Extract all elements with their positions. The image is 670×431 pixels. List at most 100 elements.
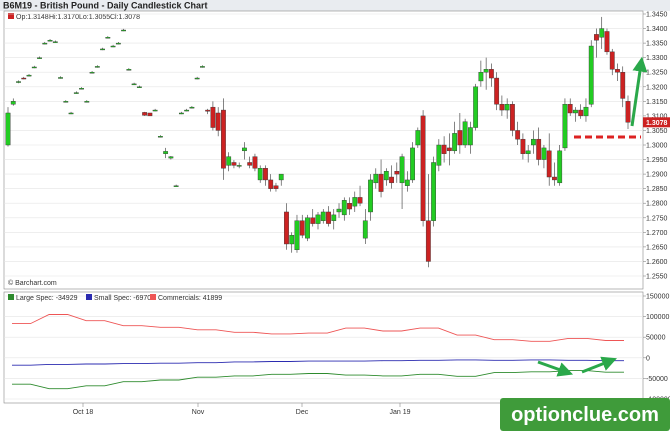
candle [147, 112, 153, 117]
candle-body [5, 112, 11, 146]
candle-body [609, 51, 615, 70]
candle [415, 127, 421, 148]
candle-body [126, 69, 132, 71]
candle [604, 28, 610, 55]
candle-body [341, 200, 347, 216]
cot-tick-label: 50000 [646, 335, 666, 342]
candle-body [68, 112, 74, 115]
candle-body [331, 214, 337, 221]
candle-body [105, 37, 111, 39]
candle-body [284, 211, 289, 245]
candle [473, 83, 479, 131]
date-x-axis: Oct 18NovDecJan 19Feb [73, 403, 513, 416]
x-tick-label: Jan 19 [389, 409, 410, 416]
candle-body [431, 162, 436, 221]
candle-body [594, 34, 599, 41]
candle-body [394, 170, 400, 175]
candle [494, 72, 500, 111]
candle-body [226, 156, 232, 166]
candle-body [52, 41, 58, 43]
candle-body [415, 130, 421, 146]
candle-body [257, 168, 263, 181]
candle-body [247, 162, 253, 166]
candle-body [357, 197, 363, 204]
candle-body [462, 121, 468, 146]
candle-body [557, 150, 563, 184]
candle [588, 40, 594, 108]
legend-swatch [86, 294, 92, 300]
candle-body [178, 112, 184, 115]
legend-label: Commercials: 41899 [158, 295, 222, 302]
candle-body [268, 179, 274, 189]
candle-body [515, 130, 521, 140]
price-tick-label: 1.3050 [646, 128, 668, 135]
legend-label: Small Spec: -6970 [94, 295, 151, 302]
price-tick-label: 1.2550 [646, 274, 668, 281]
candle-body [299, 220, 305, 236]
candle-body [573, 109, 578, 114]
candle-body [504, 104, 510, 111]
candle [5, 107, 11, 147]
candle-body [488, 69, 494, 79]
candle-body [58, 77, 63, 79]
price-tick-label: 1.2600 [646, 259, 668, 266]
price-tick-label: 1.3200 [646, 84, 668, 91]
cot-tick-label: -50000 [646, 376, 668, 383]
credit-text: © Barchart.com [8, 279, 57, 287]
candle-body [157, 136, 163, 138]
price-tick-label: 1.3350 [646, 41, 668, 48]
candle-body [546, 150, 552, 178]
candle-body [520, 138, 526, 154]
candle-body [604, 31, 610, 53]
candle-body [242, 147, 247, 152]
candle-body [215, 112, 221, 131]
candle-body [541, 147, 547, 160]
candle-body [100, 48, 105, 51]
candle-body [194, 77, 200, 80]
candle-body [294, 220, 300, 250]
candle-body [26, 74, 32, 77]
cot-legend: Large Spec: -34929 Small Spec: -6970 Comme… [8, 294, 222, 302]
candle-body [399, 156, 405, 184]
candle-body [152, 109, 158, 112]
candle-body [79, 88, 84, 90]
brand-text: optionclue.com [511, 404, 659, 426]
price-y-axis: 1.3450 1.3400 1.3350 1.3300 1.3250 1.3200 1.31… [643, 12, 670, 281]
candle-body [404, 179, 410, 186]
candle [221, 98, 226, 180]
candle-body [236, 165, 242, 167]
price-tick-label: 1.2650 [646, 244, 668, 251]
candle-body [410, 147, 415, 181]
candle-body [10, 101, 16, 105]
candle-body [110, 45, 116, 48]
candle-body [31, 66, 37, 69]
candle-body [221, 109, 226, 169]
candle [305, 214, 310, 242]
candle-body [320, 211, 326, 221]
price-tick-label: 1.3450 [646, 12, 668, 19]
price-tick-label: 1.2700 [646, 230, 668, 237]
price-tick-label: 1.3400 [646, 26, 668, 33]
candle-body [136, 86, 142, 88]
candle-body [205, 109, 211, 112]
candle-body [315, 214, 321, 224]
legend-swatch [8, 294, 14, 300]
candle-body [467, 127, 473, 146]
ohlc-high: Hi:1.3170 [49, 14, 79, 21]
price-tick-label: 1.2800 [646, 201, 668, 208]
ohlc-close: Cl:1.3078 [110, 14, 140, 21]
candle-body [588, 45, 594, 105]
candle [562, 98, 568, 151]
candle-body [425, 220, 431, 262]
candle-body [620, 72, 626, 99]
candle-body [510, 104, 515, 131]
candle-body [326, 211, 331, 224]
candle-body [94, 66, 100, 68]
candle-body [189, 106, 195, 109]
candle-body [378, 173, 384, 192]
candle-body [599, 28, 605, 38]
cot-panel [3, 291, 644, 404]
candle-body [278, 173, 284, 181]
legend-label: Large Spec: -34929 [16, 295, 78, 302]
candle-body [16, 81, 21, 83]
